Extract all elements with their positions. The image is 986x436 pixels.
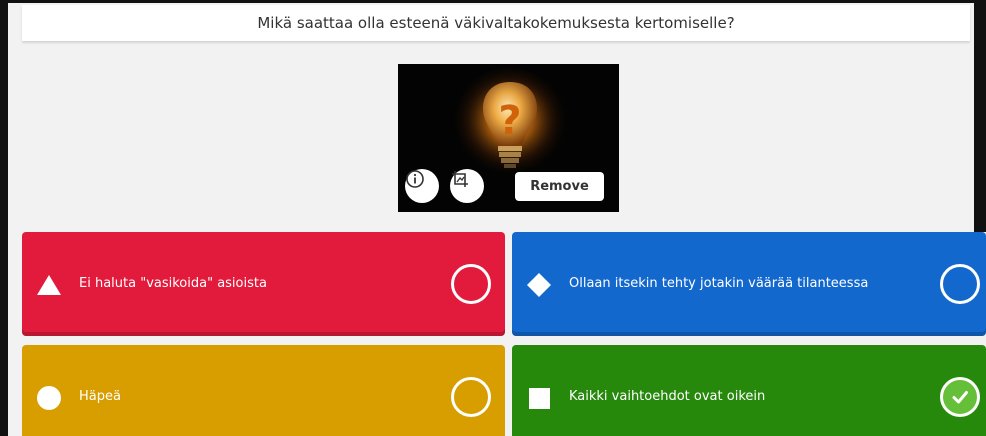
question-title-input[interactable]: Mikä saattaa olla esteenä väkivaltakokem… <box>22 5 970 41</box>
square-icon <box>529 388 550 409</box>
correct-toggle-3[interactable] <box>451 377 491 417</box>
correct-toggle-4[interactable] <box>940 377 980 417</box>
answer-option-2[interactable]: Ollaan itsekin tehty jotakin väärää tila… <box>512 232 986 336</box>
answer-text-3[interactable]: Häpeä <box>79 389 121 404</box>
answer-text-1[interactable]: Ei haluta "vasikoida" asioista <box>79 276 267 291</box>
answer-text-2[interactable]: Ollaan itsekin tehty jotakin väärää tila… <box>569 276 868 291</box>
image-info-button[interactable] <box>405 169 439 203</box>
answer-option-1[interactable]: Ei haluta "vasikoida" asioista <box>22 232 505 336</box>
question-image[interactable]: ? Remove <box>398 64 619 212</box>
info-icon <box>406 170 424 188</box>
window-edge <box>974 0 986 232</box>
correct-toggle-1[interactable] <box>451 264 491 304</box>
remove-image-button[interactable]: Remove <box>515 172 604 201</box>
svg-text:?: ? <box>498 98 521 144</box>
crop-icon <box>452 171 468 187</box>
answer-option-4[interactable]: Kaikki vaihtoehdot ovat oikein <box>512 345 986 436</box>
image-crop-button[interactable] <box>450 169 484 203</box>
correct-toggle-2[interactable] <box>940 264 980 304</box>
question-text: Mikä saattaa olla esteenä väkivaltakokem… <box>257 14 735 32</box>
answer-text-4[interactable]: Kaikki vaihtoehdot ovat oikein <box>569 389 765 404</box>
answer-option-3[interactable]: Häpeä <box>22 345 505 436</box>
circle-shape-icon <box>37 386 61 410</box>
checkmark-icon <box>952 391 968 404</box>
triangle-icon <box>37 275 61 295</box>
diamond-icon <box>527 273 551 297</box>
